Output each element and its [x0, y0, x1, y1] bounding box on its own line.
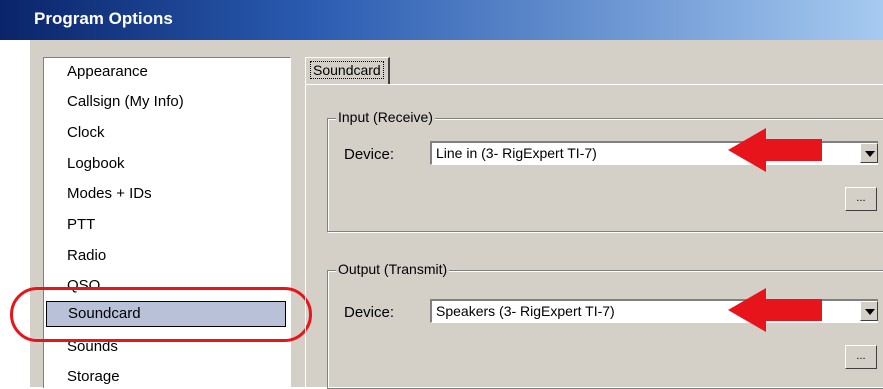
input-device-label: Device: [344, 146, 395, 163]
input-device-value: Line in (3- RigExpert TI-7) [436, 145, 597, 161]
tab-label: Soundcard [310, 61, 384, 79]
input-group-legend: Input (Receive) [336, 109, 435, 125]
window-title: Program Options [34, 9, 173, 28]
sidebar-item-storage[interactable]: Storage [67, 368, 120, 385]
sidebar-item-clock[interactable]: Clock [67, 124, 105, 141]
sidebar-item-modes-ids[interactable]: Modes + IDs [67, 185, 152, 202]
highlight-ellipse [10, 287, 312, 342]
title-bar: Program Options [0, 0, 883, 40]
chevron-down-icon[interactable] [860, 143, 878, 163]
sidebar-item-radio[interactable]: Radio [67, 247, 106, 264]
input-browse-button[interactable]: ... [845, 187, 877, 211]
output-group-legend: Output (Transmit) [336, 261, 450, 277]
red-arrow-icon [728, 288, 822, 332]
sidebar-item-callsign[interactable]: Callsign (My Info) [67, 93, 184, 110]
output-device-label: Device: [344, 304, 395, 321]
tab-soundcard[interactable]: Soundcard [305, 57, 390, 84]
output-browse-button[interactable]: ... [845, 345, 877, 369]
chevron-down-icon[interactable] [860, 301, 878, 321]
sidebar-item-logbook[interactable]: Logbook [67, 155, 125, 172]
red-arrow-icon [728, 128, 822, 172]
sidebar-item-ptt[interactable]: PTT [67, 216, 95, 233]
sidebar-item-appearance[interactable]: Appearance [67, 63, 148, 80]
output-device-value: Speakers (3- RigExpert TI-7) [436, 303, 615, 319]
